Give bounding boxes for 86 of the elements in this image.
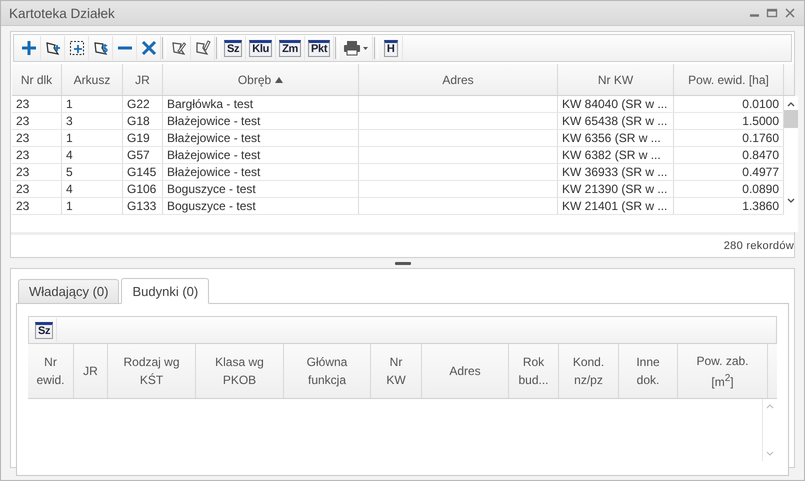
polygon-edit-icon: [170, 40, 186, 56]
table-cell: Błażejowice - test: [167, 131, 260, 145]
table-cell: Błażejowice - test: [167, 165, 260, 179]
polygon-plus-icon: [44, 40, 60, 56]
toolbar-button[interactable]: H: [379, 36, 404, 60]
table-cell: G133: [127, 199, 156, 213]
table-cell: KW 21390 (SR w ...: [562, 182, 668, 196]
selection-plus-icon: [68, 40, 84, 56]
column-header[interactable]: Pow. ewid. [ha]: [688, 70, 769, 88]
plus-icon: [20, 40, 36, 56]
window-title: Kartoteka Działek: [9, 6, 116, 20]
table-cell: Boguszyce - test: [167, 199, 256, 213]
table-cell: 1: [66, 97, 73, 111]
delete-icon: [140, 40, 156, 56]
column-header[interactable]: Kond. nz/pz: [572, 353, 604, 389]
table-cell: KW 36933 (SR w ...: [562, 165, 668, 179]
minimize-button[interactable]: [749, 14, 760, 17]
column-header[interactable]: Arkusz: [74, 70, 110, 88]
table-cell: G18: [127, 114, 150, 128]
tab[interactable]: Budynki (0): [121, 278, 210, 304]
scroll-up-icon: [787, 101, 795, 107]
table-cell: 23: [16, 165, 30, 179]
column-header[interactable]: Rodzaj wg KŚT: [123, 353, 180, 389]
table-cell: KW 21401 (SR w ...: [562, 199, 668, 213]
table-cell: KW 65438 (SR w ...: [562, 114, 668, 128]
table-cell: Błażejowice - test: [167, 114, 260, 128]
table-cell: 0.4977: [742, 165, 779, 179]
column-header[interactable]: Nr KW: [598, 70, 634, 88]
table-cell: 0.0890: [742, 182, 779, 196]
table-cell: 0.0100: [742, 97, 779, 111]
scrollbar-thumb[interactable]: [784, 110, 798, 128]
column-header[interactable]: Adres: [442, 70, 474, 88]
table-cell: 0.1760: [742, 131, 779, 145]
column-header[interactable]: Adres: [449, 362, 481, 380]
column-header[interactable]: Klasa wg PKOB: [215, 353, 264, 389]
table-cell: 4: [66, 148, 73, 162]
table-cell: 5: [66, 165, 73, 179]
column-header[interactable]: JR: [83, 362, 98, 380]
column-header[interactable]: Nr ewid.: [36, 353, 64, 389]
table-cell: 4: [66, 182, 73, 196]
scroll-up-icon: [766, 403, 774, 409]
table-cell: G19: [127, 131, 150, 145]
table-cell: Boguszyce - test: [167, 182, 256, 196]
column-header[interactable]: JR: [135, 70, 150, 88]
table-cell: G22: [127, 97, 150, 111]
maximize-icon: [766, 7, 778, 19]
table-cell: 1.3860: [742, 199, 779, 213]
table-cell: Błażejowice - test: [167, 148, 260, 162]
table-cell: 23: [16, 131, 30, 145]
table-cell: Bargłówka - test: [167, 97, 254, 111]
polygon-dollar-icon: [92, 40, 108, 56]
column-header[interactable]: Pow. zab. [m$^{2}$]: [696, 352, 749, 390]
table-cell: KW 6382 (SR w ...: [562, 148, 661, 162]
column-header[interactable]: Rok bud...: [518, 353, 549, 389]
column-header[interactable]: Nr KW: [386, 353, 406, 389]
table-cell: 23: [16, 97, 30, 111]
table-cell: 0.8470: [742, 148, 779, 162]
table-cell: G145: [127, 165, 156, 179]
tab[interactable]: Władający (0): [18, 279, 120, 303]
close-icon: [784, 7, 796, 19]
table-cell: 1: [66, 199, 73, 213]
column-header[interactable]: Główna funkcja: [306, 353, 348, 389]
table-cell: 1: [66, 131, 73, 145]
table-cell: KW 84040 (SR w ...: [562, 97, 668, 111]
table-cell: 23: [16, 199, 30, 213]
table-cell: 23: [16, 182, 30, 196]
table-cell: KW 6356 (SR w ...: [562, 131, 661, 145]
splitter-handle[interactable]: [394, 262, 410, 264]
table-cell: G106: [127, 182, 156, 196]
minimize-icon: [749, 14, 760, 17]
table-cell: G57: [127, 148, 150, 162]
record-count: 280 rekordów: [724, 240, 794, 252]
column-header[interactable]: Obręb: [238, 70, 272, 88]
scroll-down-icon: [787, 198, 795, 204]
column-header[interactable]: Inne dok.: [636, 353, 660, 389]
column-header[interactable]: Nr dlk: [20, 70, 52, 88]
polygon-pencil-icon: [194, 40, 210, 56]
table-cell: 23: [16, 148, 30, 162]
printer-icon: [343, 40, 370, 56]
table-cell: 23: [16, 114, 30, 128]
table-cell: 1.5000: [742, 114, 779, 128]
minus-icon: [116, 46, 132, 50]
maximize-button[interactable]: [766, 7, 778, 19]
table-cell: 3: [66, 114, 73, 128]
close-button[interactable]: [784, 7, 796, 19]
scroll-down-icon: [766, 451, 774, 457]
